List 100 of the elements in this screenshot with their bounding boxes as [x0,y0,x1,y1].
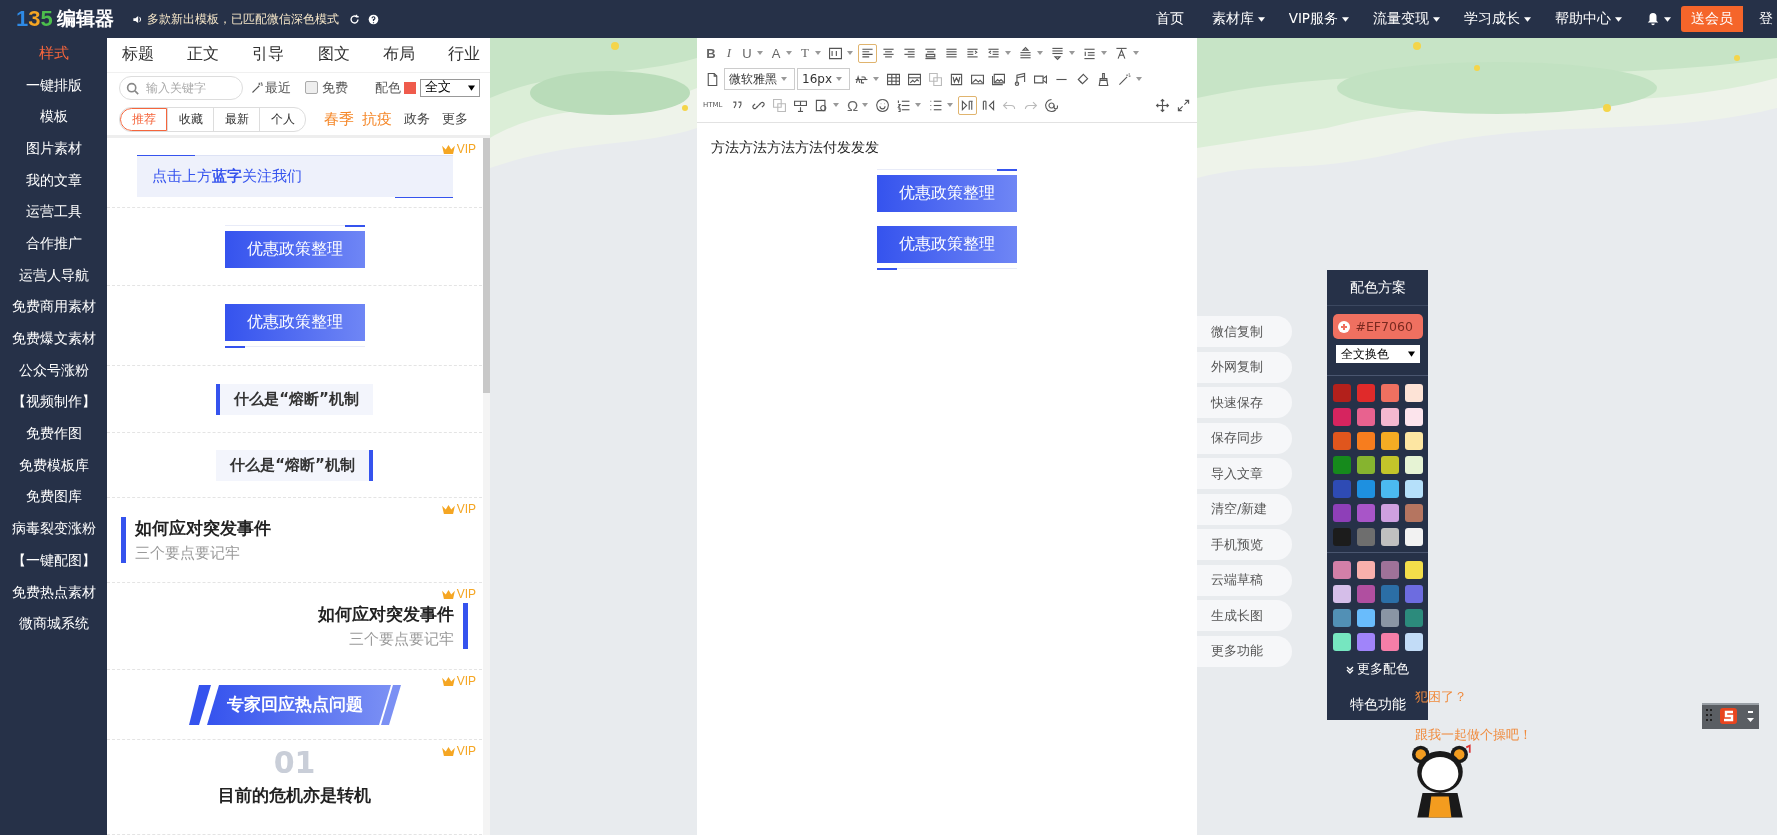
action-button[interactable]: 快速保存 [1197,387,1292,418]
action-button[interactable]: 清空/新建 [1197,493,1292,525]
caret-icon[interactable] [1615,16,1622,22]
color-swatch[interactable] [1404,432,1423,450]
color-swatch[interactable] [1380,432,1399,450]
title-block[interactable]: 优惠政策整理 [877,175,1017,212]
action-button[interactable]: 微信复制 [1197,316,1292,347]
title-block[interactable]: 优惠政策整理 [224,304,365,341]
category-tab[interactable]: 行业 [447,44,480,66]
color-swatch[interactable] [1356,480,1375,498]
action-button[interactable]: 更多功能 [1197,635,1292,667]
nav-link[interactable]: 学习成长 [1464,10,1520,28]
search-field[interactable]: 输入关键字 [119,75,243,100]
gradient-swatch[interactable] [1404,633,1423,651]
heading-text[interactable]: 目前的危机亦是转机 [218,784,371,807]
sidebar-item[interactable]: 免费爆文素材 [0,323,107,355]
filter-tab[interactable]: 最新 [213,107,259,131]
color-swatch[interactable] [1380,408,1399,426]
color-swatch[interactable] [1380,480,1399,498]
sidebar-item[interactable]: 免费商用素材 [0,291,107,324]
color-swatch[interactable] [1404,504,1423,522]
action-button[interactable]: 导入文章 [1197,458,1292,489]
color-swatch[interactable] [1404,384,1423,402]
free-checkbox[interactable] [305,81,318,95]
color-swatch[interactable] [1380,456,1399,474]
nav-link[interactable]: 帮助中心 [1555,10,1611,28]
filter-tab[interactable]: 个人 [259,107,305,131]
color-swatch[interactable] [1404,408,1423,426]
bold-button[interactable]: B [703,45,719,61]
action-button[interactable]: 保存同步 [1197,422,1292,454]
help-icon[interactable] [367,13,379,25]
sidebar-item[interactable]: 合作推广 [0,228,107,260]
input-method-toolbar-icon[interactable] [1702,703,1759,729]
filter-tab[interactable]: 收藏 [167,107,213,131]
color-swatch[interactable] [1332,528,1351,546]
sidebar-item[interactable]: 免费模板库 [0,449,107,482]
paragraph-text[interactable]: 方法方法方法方法付发发发 [711,139,1183,157]
action-button[interactable]: 手机预览 [1197,529,1292,560]
caret-icon[interactable] [1257,16,1265,22]
color-swatch[interactable] [1332,504,1351,522]
gradient-swatch[interactable] [1356,609,1375,627]
gradient-swatch[interactable] [1356,585,1375,603]
sidebar-item[interactable]: 一键排版 [0,69,107,102]
gradient-swatch[interactable] [1404,609,1423,627]
caret-icon[interactable] [1342,16,1349,22]
color-swatch[interactable] [1356,408,1375,426]
left-to-right-icon[interactable] [958,95,978,115]
caret-icon[interactable] [1433,16,1440,22]
color-swatch[interactable] [1332,384,1351,402]
topic-link[interactable]: 政务 [404,110,430,128]
action-button[interactable]: 外网复制 [1197,351,1292,383]
color-swatch[interactable] [1332,456,1351,474]
color-swatch[interactable] [1404,456,1423,474]
sidebar-item[interactable]: 图片素材 [0,133,107,165]
features-link[interactable]: 特色功能 [1349,696,1406,714]
gradient-swatch[interactable] [1380,561,1399,579]
gradient-swatch[interactable] [1356,633,1375,651]
sidebar-item[interactable]: 免费作图 [0,418,107,450]
font-size-select[interactable]: 16px [797,68,850,90]
action-button[interactable]: 云端草稿 [1197,564,1292,596]
sidebar-item[interactable]: 免费热点素材 [0,576,107,609]
color-swatch[interactable] [1332,480,1351,498]
color-swatch[interactable] [1356,504,1375,522]
gradient-swatch[interactable] [1332,561,1351,579]
login-link[interactable]: 登 [1759,10,1777,28]
gradient-swatch[interactable] [1356,561,1375,579]
category-tab[interactable]: 标题 [122,44,154,66]
sidebar-item[interactable]: 运营人导航 [0,259,107,292]
color-swatch[interactable] [1380,528,1399,546]
font-style-button[interactable]: T [797,45,813,61]
color-swatch[interactable] [1356,384,1375,402]
gradient-swatch[interactable] [1332,633,1351,651]
title-block[interactable]: 什么是“熔断”机制 [216,449,373,481]
color-swatch[interactable] [1380,504,1399,522]
italic-button[interactable]: I [721,45,737,61]
recent-link[interactable]: 最近 [265,78,291,97]
nav-link[interactable]: 首页 [1155,10,1184,28]
category-tab[interactable]: 正文 [187,44,220,66]
gradient-swatch[interactable] [1380,585,1399,603]
special-char-button[interactable]: Ω [844,96,861,114]
category-tab[interactable]: 图文 [317,44,350,66]
category-tab[interactable]: 布局 [382,44,415,66]
topic-link[interactable]: 更多 [442,110,468,128]
heading-block[interactable]: 如何应对突发事件 三个要点要记牢 [107,603,468,649]
font-family-select[interactable]: 微软雅黑 [724,68,795,90]
notice-text[interactable]: 多款新出模板，已匹配微信深色模式 [146,10,339,28]
gradient-swatch[interactable] [1380,633,1399,651]
gradient-swatch[interactable] [1404,561,1423,579]
nav-link[interactable]: 流量变现 [1373,10,1429,28]
sidebar-item[interactable]: 我的文章 [0,164,107,197]
gradient-swatch[interactable] [1332,609,1351,627]
color-swatch[interactable] [1356,528,1375,546]
caret-icon[interactable] [1664,16,1671,22]
color-swatch[interactable] [1404,480,1423,498]
nav-link[interactable]: 素材库 [1211,10,1254,28]
sidebar-item[interactable]: 运营工具 [0,196,107,229]
scope-select[interactable]: 全文换色 [1335,345,1420,363]
color-swatch[interactable] [1404,528,1423,546]
gradient-swatch[interactable] [1380,609,1399,627]
align-left-icon[interactable] [858,43,877,63]
